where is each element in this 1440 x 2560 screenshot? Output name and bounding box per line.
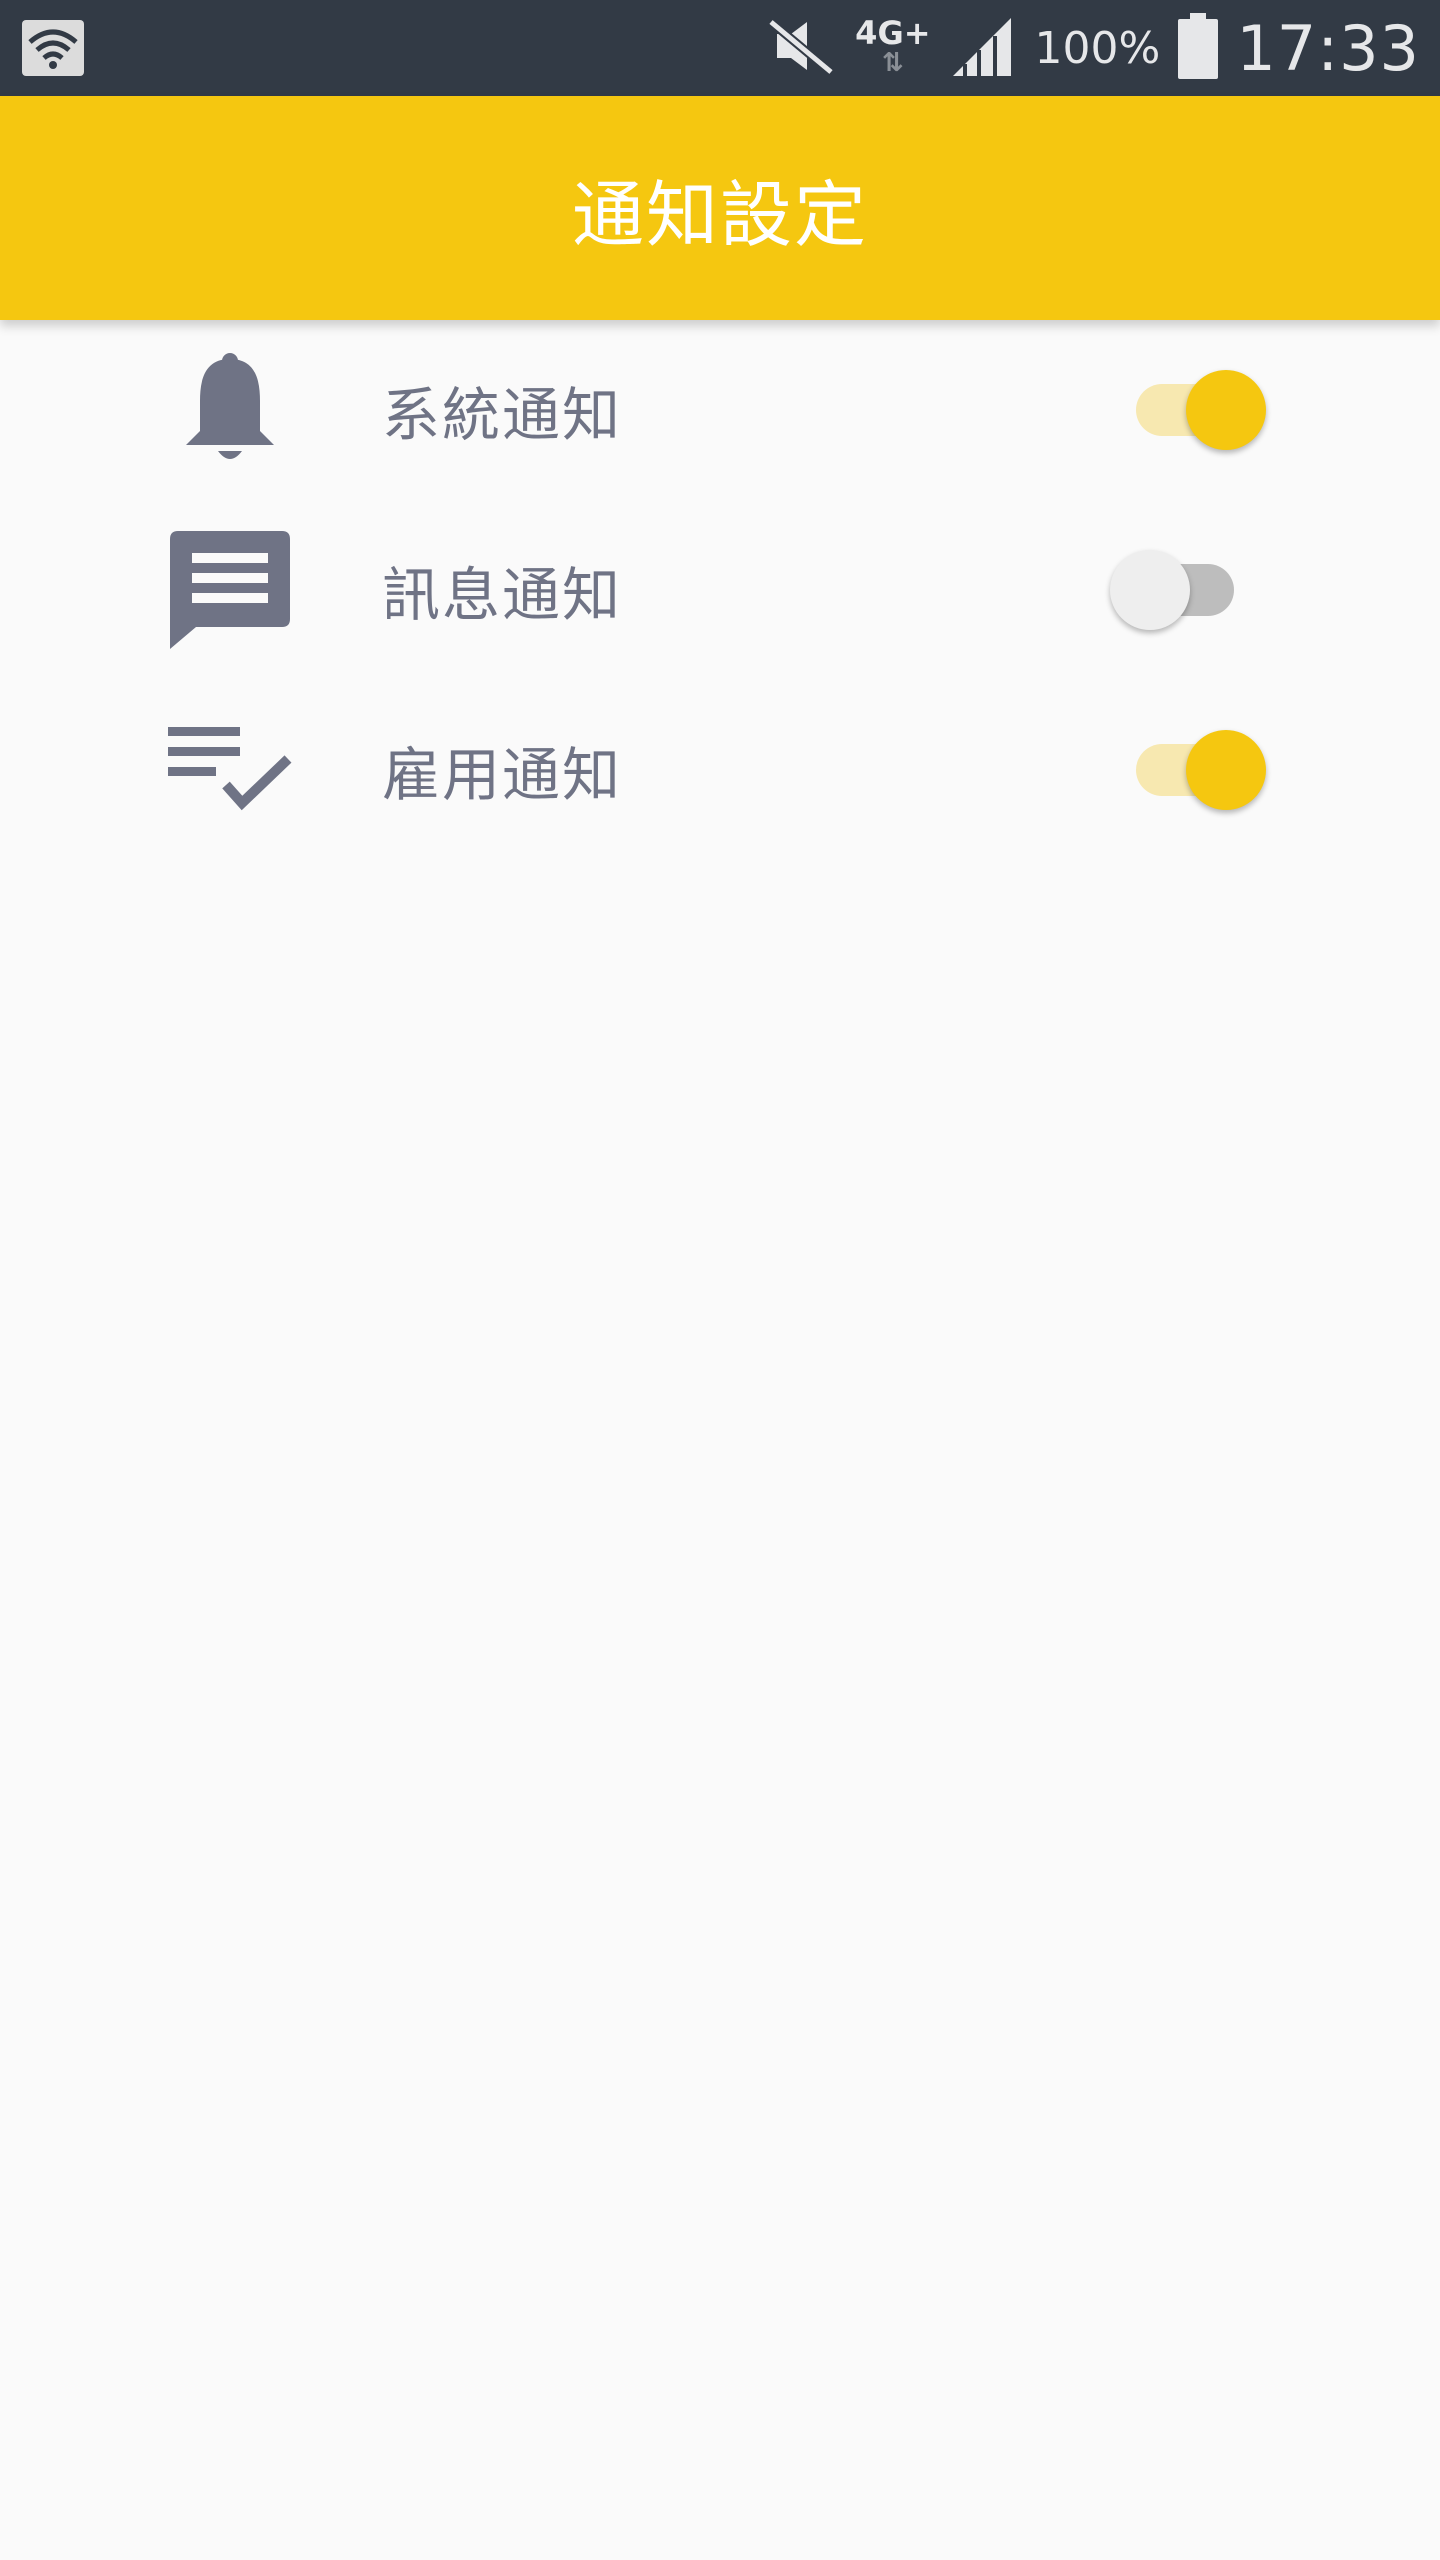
message-icon bbox=[168, 528, 292, 652]
signal-icon bbox=[949, 14, 1017, 82]
employment-notification-toggle[interactable] bbox=[1110, 720, 1266, 820]
toggle-knob bbox=[1186, 370, 1266, 450]
message-notification-toggle[interactable] bbox=[1110, 540, 1260, 640]
toggle-knob bbox=[1186, 730, 1266, 810]
battery-percent: 100% bbox=[1034, 22, 1161, 74]
network-type: 4G+ ⇅ bbox=[855, 14, 931, 78]
status-icons: 4G+ ⇅ 100% 17:33 bbox=[767, 0, 1420, 96]
wifi-icon bbox=[22, 20, 84, 76]
settings-list: 系統通知 訊息通知 雇用通知 bbox=[0, 320, 1440, 860]
bell-icon bbox=[168, 348, 292, 472]
setting-row-message[interactable]: 訊息通知 bbox=[0, 500, 1440, 680]
setting-label: 系統通知 bbox=[382, 381, 623, 449]
mute-icon bbox=[767, 16, 837, 80]
playlist-check-icon bbox=[168, 708, 292, 832]
data-arrows-icon: ⇅ bbox=[881, 48, 904, 78]
setting-label: 訊息通知 bbox=[382, 561, 623, 629]
setting-label: 雇用通知 bbox=[382, 741, 623, 809]
status-bar: 4G+ ⇅ 100% 17:33 bbox=[0, 0, 1440, 96]
page-title: 通知設定 bbox=[571, 172, 868, 257]
clock: 17:33 bbox=[1236, 11, 1420, 85]
app-bar: 通知設定 bbox=[0, 96, 1440, 320]
setting-row-employment[interactable]: 雇用通知 bbox=[0, 680, 1440, 860]
battery-icon bbox=[1178, 13, 1219, 83]
setting-row-system[interactable]: 系統通知 bbox=[0, 320, 1440, 500]
system-notification-toggle[interactable] bbox=[1110, 360, 1266, 460]
toggle-knob bbox=[1110, 550, 1190, 630]
